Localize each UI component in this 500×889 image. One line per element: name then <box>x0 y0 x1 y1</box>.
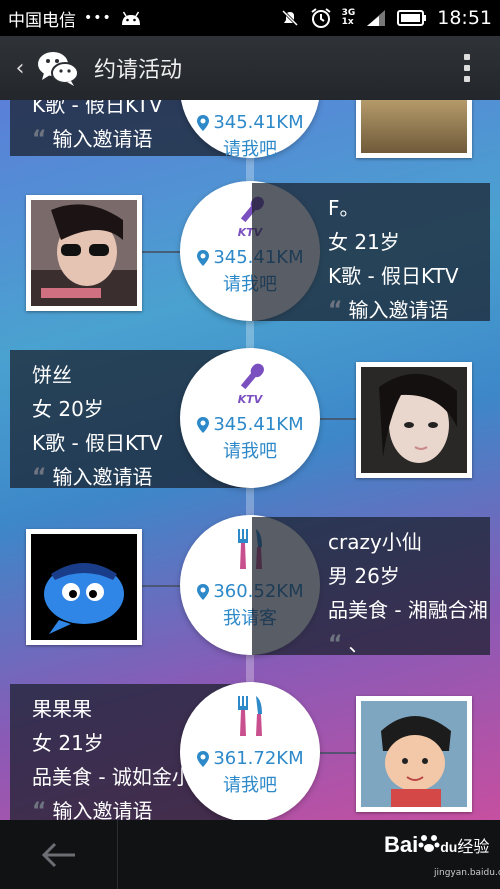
distance-row: 345.41KM <box>196 414 304 435</box>
activity-label: K歌 - 假日KTV <box>328 264 459 288</box>
action-label[interactable]: 请我吧 <box>223 135 277 161</box>
network-indicator: 3G 1x <box>341 8 356 27</box>
activity-circle[interactable]: 361.72KM 请我吧 <box>180 682 320 820</box>
baidu-watermark: Baidu经验 jingyan.baidu.com <box>384 832 500 878</box>
quote-icon: “ <box>32 799 47 820</box>
gender-age: 男 26岁 <box>328 564 400 588</box>
clock: 18:51 <box>437 7 492 29</box>
user-photo <box>361 367 467 473</box>
user-photo <box>31 534 137 640</box>
wechat-logo-icon[interactable] <box>36 48 80 88</box>
list-item[interactable]: KTV 345.41KM 请我吧 F。 女 21岁 K歌 - 假日KTV “输入… <box>0 181 500 353</box>
avatar[interactable] <box>356 696 472 812</box>
info-panel: crazy小仙 男 26岁 品美食 - 湘融合湘 “、 <box>252 517 490 657</box>
distance-label: 345.41KM <box>213 414 304 435</box>
mute-icon <box>281 9 298 27</box>
location-pin-icon <box>197 114 210 131</box>
paw-icon <box>418 835 440 852</box>
user-photo <box>361 701 467 807</box>
avatar[interactable] <box>356 362 472 478</box>
list-item[interactable]: 果果果 女 21岁 品美食 - 诚如金小 “输入邀请语 361.72KM 请我吧 <box>0 682 500 820</box>
ktv-microphone-icon: KTV <box>220 358 280 406</box>
invite-line[interactable]: “、 <box>328 627 490 661</box>
more-menu-icon[interactable] <box>464 54 470 82</box>
list-item[interactable]: 360.52KM 我请客 crazy小仙 男 26岁 品美食 - 湘融合湘 “、 <box>0 515 500 687</box>
quote-icon: “ <box>32 465 47 490</box>
distance-row: 345.41KM <box>196 112 304 133</box>
gender-age: 女 21岁 <box>328 230 400 254</box>
page-title: 约请活动 <box>94 58 183 83</box>
carrier-label: 中国电信 <box>8 10 76 31</box>
bottom-bar: Baidu经验 jingyan.baidu.com <box>0 820 500 889</box>
distance-row: 361.72KM <box>196 748 304 769</box>
notification-dots: ••• <box>84 10 112 26</box>
location-pin-icon <box>197 249 210 266</box>
user-photo <box>31 200 137 306</box>
avatar[interactable] <box>356 100 472 158</box>
title-bar: ‹ 约请活动 <box>0 36 500 100</box>
location-pin-icon <box>197 583 210 600</box>
quote-icon: “ <box>328 632 343 657</box>
battery-icon <box>397 10 427 26</box>
fork-knife-icon <box>230 692 270 740</box>
user-name: crazy小仙 <box>328 530 422 554</box>
activity-circle[interactable]: KTV 345.41KM 请我吧 <box>180 348 320 488</box>
info-panel: F。 女 21岁 K歌 - 假日KTV “输入邀请语 <box>252 183 490 323</box>
alarm-icon <box>310 8 331 28</box>
invite-line[interactable]: “输入邀请语 <box>328 293 490 327</box>
signal-icon <box>367 10 386 26</box>
avatar[interactable] <box>26 195 142 311</box>
quote-icon: “ <box>328 298 343 323</box>
distance-label: 361.72KM <box>213 748 304 769</box>
android-icon <box>121 11 140 25</box>
back-button[interactable] <box>0 820 118 889</box>
list-item[interactable]: 饼丝 女 20岁 K歌 - 假日KTV “输入邀请语 KTV 345.41KM … <box>0 348 500 520</box>
activity-timeline[interactable]: K歌 - 假日KTV “输入邀请语 345.41KM 请我吧 KTV 请我吧 F… <box>0 100 500 820</box>
back-arrow-icon <box>41 842 75 867</box>
action-label[interactable]: 请我吧 <box>223 437 277 463</box>
location-pin-icon <box>197 750 210 767</box>
activity-label: 品美食 - 湘融合湘 <box>328 598 488 622</box>
user-name: F。 <box>328 196 360 220</box>
avatar[interactable] <box>26 529 142 645</box>
location-pin-icon <box>197 416 210 433</box>
list-item[interactable]: K歌 - 假日KTV “输入邀请语 345.41KM 请我吧 <box>0 100 500 188</box>
svg-text:KTV: KTV <box>238 393 264 406</box>
back-chevron-icon[interactable]: ‹ <box>6 56 34 81</box>
status-bar: 中国电信 ••• 3G 1x 18:51 <box>0 0 500 36</box>
action-label[interactable]: 请我吧 <box>223 771 277 797</box>
quote-icon: “ <box>32 127 47 152</box>
